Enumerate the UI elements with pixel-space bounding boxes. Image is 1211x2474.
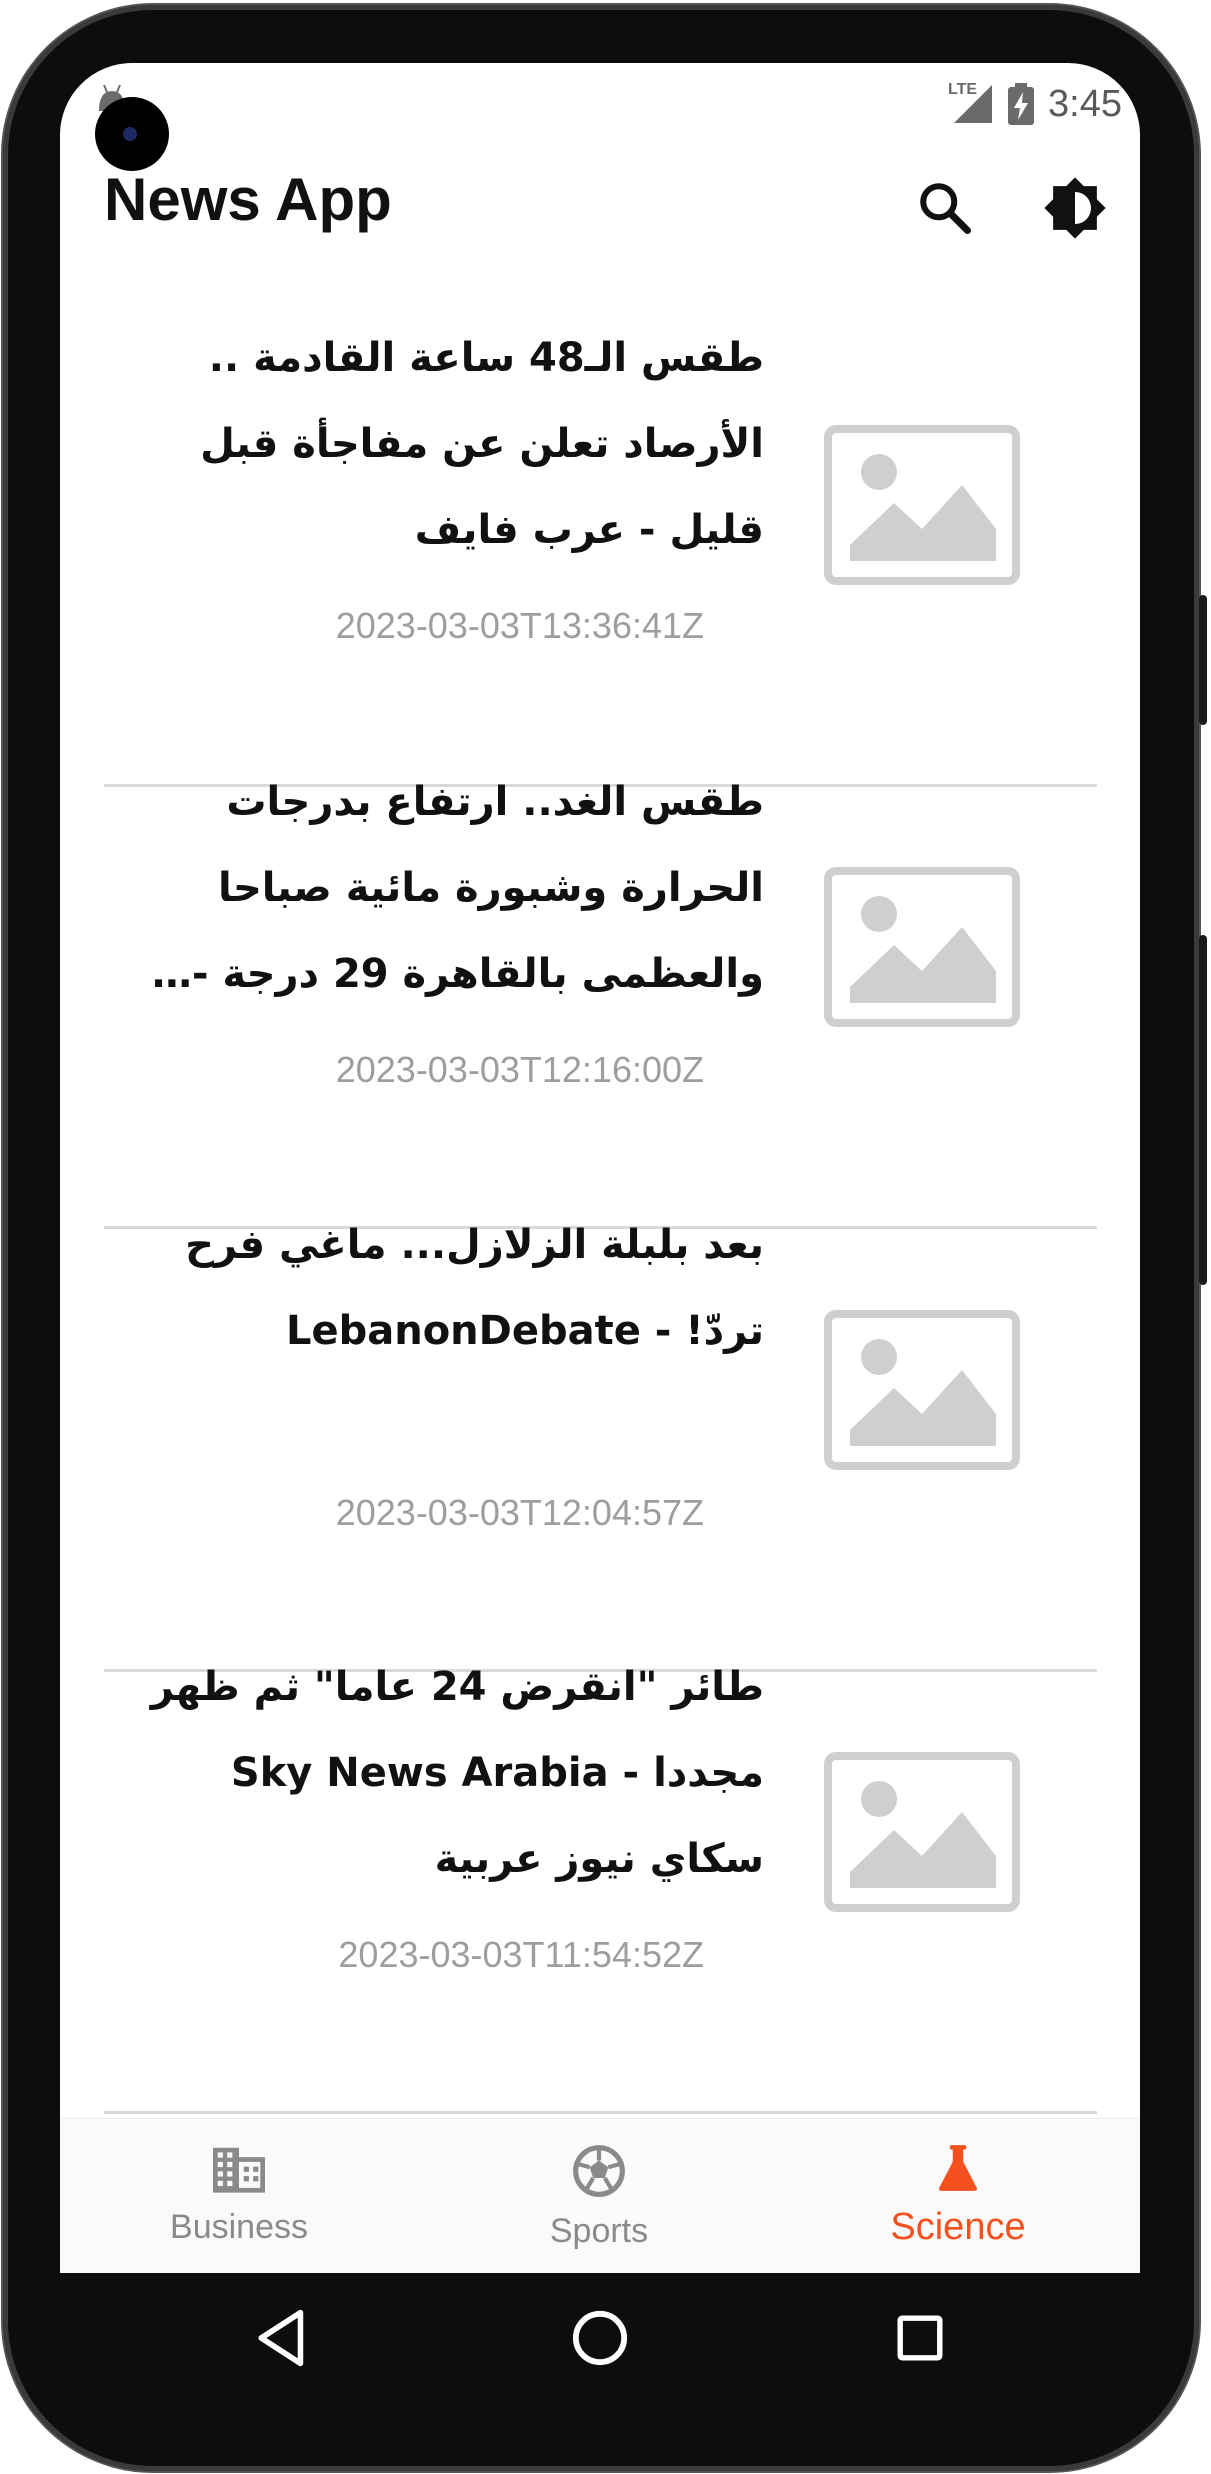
search-icon: [920, 183, 971, 234]
back-button[interactable]: [237, 2293, 327, 2383]
news-card[interactable]: بعد بلبلة الزلازل... ماغي فرح تردّ! - Le…: [104, 1222, 1097, 1672]
nav-item-business[interactable]: Business: [109, 2143, 369, 2247]
news-card[interactable]: طائر "انقرض 24 عاما" ثم ظهر مجددا - Sky …: [104, 1664, 1097, 2114]
recents-icon: [897, 2315, 943, 2361]
nav-item-science[interactable]: Science: [828, 2143, 1088, 2249]
theme-toggle-button[interactable]: [1040, 173, 1110, 243]
news-date: 2023-03-03T11:54:52Z: [338, 1934, 704, 1975]
news-date: 2023-03-03T12:16:00Z: [335, 1049, 704, 1090]
recents-button[interactable]: [875, 2293, 965, 2383]
battery-charging-icon: [1008, 83, 1035, 125]
lte-signal-icon: LTE: [948, 81, 994, 125]
home-icon: [572, 2310, 628, 2366]
nav-label-sports: Sports: [549, 2212, 649, 2250]
divider: [104, 2111, 1097, 2114]
app-title: News App: [104, 166, 392, 233]
front-camera: [95, 97, 169, 171]
image-placeholder-icon: [824, 867, 1020, 1027]
news-title: بعد بلبلة الزلازل... ماغي فرح تردّ! - Le…: [185, 1222, 764, 1354]
nav-item-sports[interactable]: Sports: [469, 2143, 729, 2251]
bottom-navigation: Business Sports Science: [60, 2119, 1140, 2273]
image-placeholder-icon: [824, 1310, 1020, 1470]
news-title: طائر "انقرض 24 عاما" ثم ظهر مجددا - Sky …: [150, 1664, 764, 1882]
news-card[interactable]: طقس الغد.. ارتفاع بدرجات الحرارة وشبورة …: [104, 779, 1097, 1229]
science-icon: [939, 2145, 977, 2191]
news-title: طقس الغد.. ارتفاع بدرجات الحرارة وشبورة …: [191, 779, 764, 997]
image-placeholder-icon: [824, 425, 1020, 585]
business-icon: [213, 2147, 265, 2193]
volume-button: [1199, 595, 1207, 725]
clock: 3:45: [1048, 82, 1122, 125]
nav-label-business: Business: [170, 2208, 308, 2246]
screen: LTE 3:45 News App طقس الـ48 ساعة القادمة…: [60, 63, 1140, 2273]
sports-icon: [573, 2145, 625, 2197]
brightness-icon: [1044, 177, 1106, 239]
image-placeholder-icon: [824, 1752, 1020, 1912]
network-type: LTE: [948, 81, 978, 98]
home-button[interactable]: [555, 2293, 645, 2383]
news-card[interactable]: طقس الـ48 ساعة القادمة .. الأرصاد تعلن ع…: [104, 335, 1097, 787]
news-title: طقس الـ48 ساعة القادمة .. الأرصاد تعلن ع…: [200, 335, 764, 553]
back-icon: [258, 2309, 304, 2367]
power-button: [1199, 935, 1207, 1285]
news-date: 2023-03-03T12:04:57Z: [335, 1492, 704, 1533]
news-date: 2023-03-03T13:36:41Z: [335, 605, 704, 646]
search-button[interactable]: [910, 173, 980, 243]
nav-label-science: Science: [890, 2206, 1026, 2248]
system-navigation-bar: [60, 2273, 1140, 2403]
